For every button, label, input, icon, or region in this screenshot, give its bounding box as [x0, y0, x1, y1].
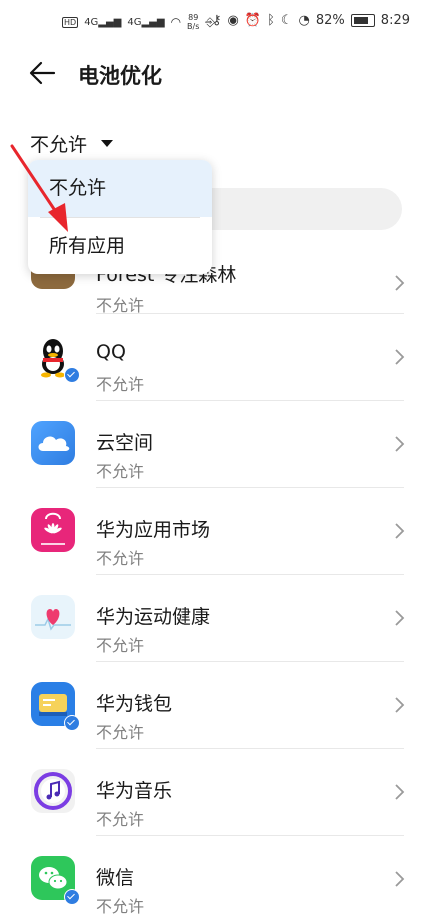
app-name: 华为钱包 [96, 693, 173, 715]
music-icon [31, 769, 75, 813]
chevron-right-icon [395, 436, 405, 452]
chevron-right-icon [395, 610, 405, 626]
app-name: 云空间 [96, 432, 154, 454]
verified-badge-icon [64, 715, 80, 731]
app-status: 不允许 [96, 636, 145, 655]
app-status: 不允许 [96, 462, 145, 481]
cloud-icon [31, 421, 75, 465]
chevron-right-icon [395, 523, 405, 539]
app-status: 不允许 [96, 897, 145, 916]
app-status: 不允许 [96, 375, 145, 394]
app-name: 华为应用市场 [96, 519, 211, 541]
list-item-wechat[interactable]: 微信 不允许 [0, 836, 432, 923]
app-name: 华为音乐 [96, 780, 173, 802]
app-list: Forest 专注森林 不允许 QQ 不允许 云空间 不允许 华为应用市场 不允… [0, 230, 432, 923]
list-item-music[interactable]: 华为音乐 不允许 [0, 749, 432, 836]
list-item-health[interactable]: 华为运动健康 不允许 [0, 575, 432, 662]
verified-badge-icon [64, 889, 80, 905]
appgallery-icon [31, 508, 75, 552]
chevron-right-icon [395, 784, 405, 800]
app-name: 华为运动健康 [96, 606, 211, 628]
chevron-right-icon [395, 697, 405, 713]
list-item-appgallery[interactable]: 华为应用市场 不允许 [0, 488, 432, 575]
chevron-right-icon [395, 349, 405, 365]
list-item-wallet[interactable]: 华为钱包 不允许 [0, 662, 432, 749]
app-status: 不允许 [96, 723, 145, 742]
app-name: QQ [96, 341, 126, 363]
list-item-cloud[interactable]: 云空间 不允许 [0, 401, 432, 488]
app-status: 不允许 [96, 549, 145, 568]
app-status: 不允许 [96, 810, 145, 829]
app-name: 微信 [96, 867, 135, 889]
health-icon [31, 595, 75, 639]
annotation-arrow [10, 144, 68, 232]
verified-badge-icon [64, 367, 80, 383]
list-item-qq[interactable]: QQ 不允许 [0, 314, 432, 401]
chevron-right-icon [395, 871, 405, 887]
